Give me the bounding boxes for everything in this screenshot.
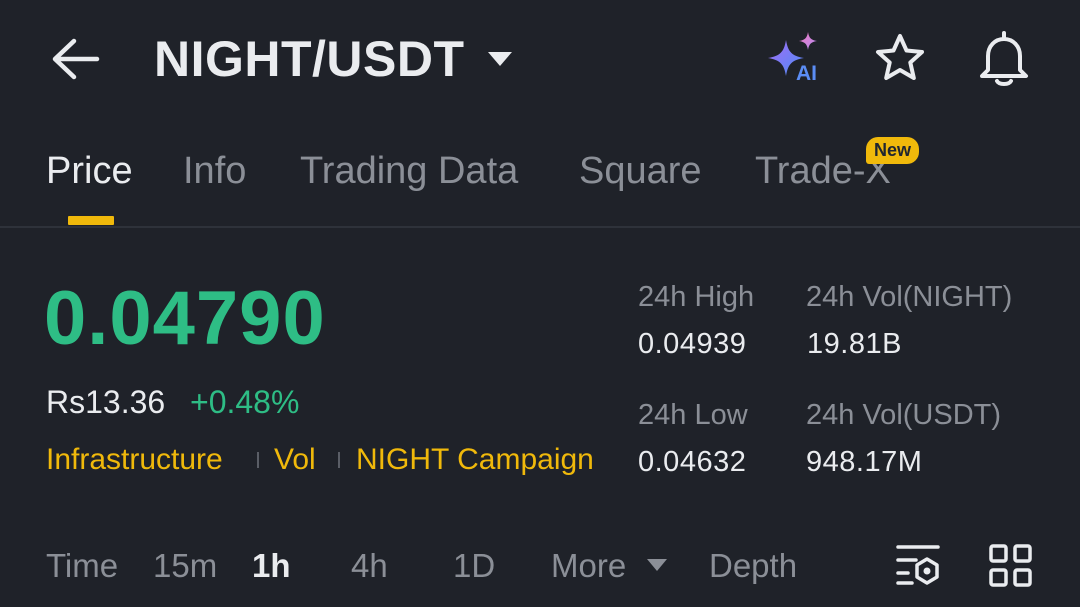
ai-label: AI	[796, 62, 817, 85]
fiat-price: Rs13.36	[46, 384, 166, 420]
tab-price[interactable]: Price	[46, 146, 133, 196]
back-arrow-icon[interactable]	[50, 36, 100, 82]
tag-separator	[257, 452, 259, 468]
interval-4h[interactable]: 4h	[351, 545, 388, 587]
caret-down-icon[interactable]	[487, 50, 513, 68]
interval-time[interactable]: Time	[46, 545, 118, 587]
last-price: 0.04790	[44, 276, 326, 361]
vol-quote-label: 24h Vol(USDT)	[806, 399, 1002, 431]
bell-icon[interactable]	[976, 28, 1032, 88]
interval-depth[interactable]: Depth	[709, 545, 797, 587]
tag-vol[interactable]: Vol	[274, 440, 316, 480]
star-icon[interactable]	[872, 32, 928, 86]
tab-info[interactable]: Info	[183, 146, 246, 196]
divider	[0, 226, 1080, 228]
interval-more[interactable]: More	[551, 545, 626, 587]
indicator-settings-icon[interactable]	[894, 543, 942, 587]
interval-1h[interactable]: 1h	[252, 545, 291, 587]
tag-night-campaign[interactable]: NIGHT Campaign	[356, 440, 594, 480]
caret-down-icon[interactable]	[646, 558, 668, 572]
grid-layout-icon[interactable]	[988, 543, 1034, 589]
new-badge: New	[866, 137, 920, 164]
pair-title[interactable]: NIGHT/USDT	[154, 30, 465, 88]
vol-base-value: 19.81B	[807, 328, 902, 360]
interval-15m[interactable]: 15m	[153, 545, 217, 587]
vol-base-label: 24h Vol(NIGHT)	[806, 281, 1013, 313]
tag-separator	[338, 452, 340, 468]
high-value: 0.04939	[638, 328, 747, 360]
price-change-percent: +0.48%	[190, 384, 300, 420]
vol-quote-value: 948.17M	[806, 446, 923, 478]
tab-trading-data[interactable]: Trading Data	[300, 146, 518, 196]
low-value: 0.04632	[638, 446, 747, 478]
low-label: 24h Low	[638, 399, 748, 431]
interval-1d[interactable]: 1D	[453, 545, 495, 587]
tab-square[interactable]: Square	[579, 146, 702, 196]
active-tab-indicator	[68, 216, 114, 225]
high-label: 24h High	[638, 281, 755, 313]
tag-infrastructure[interactable]: Infrastructure	[46, 440, 223, 480]
